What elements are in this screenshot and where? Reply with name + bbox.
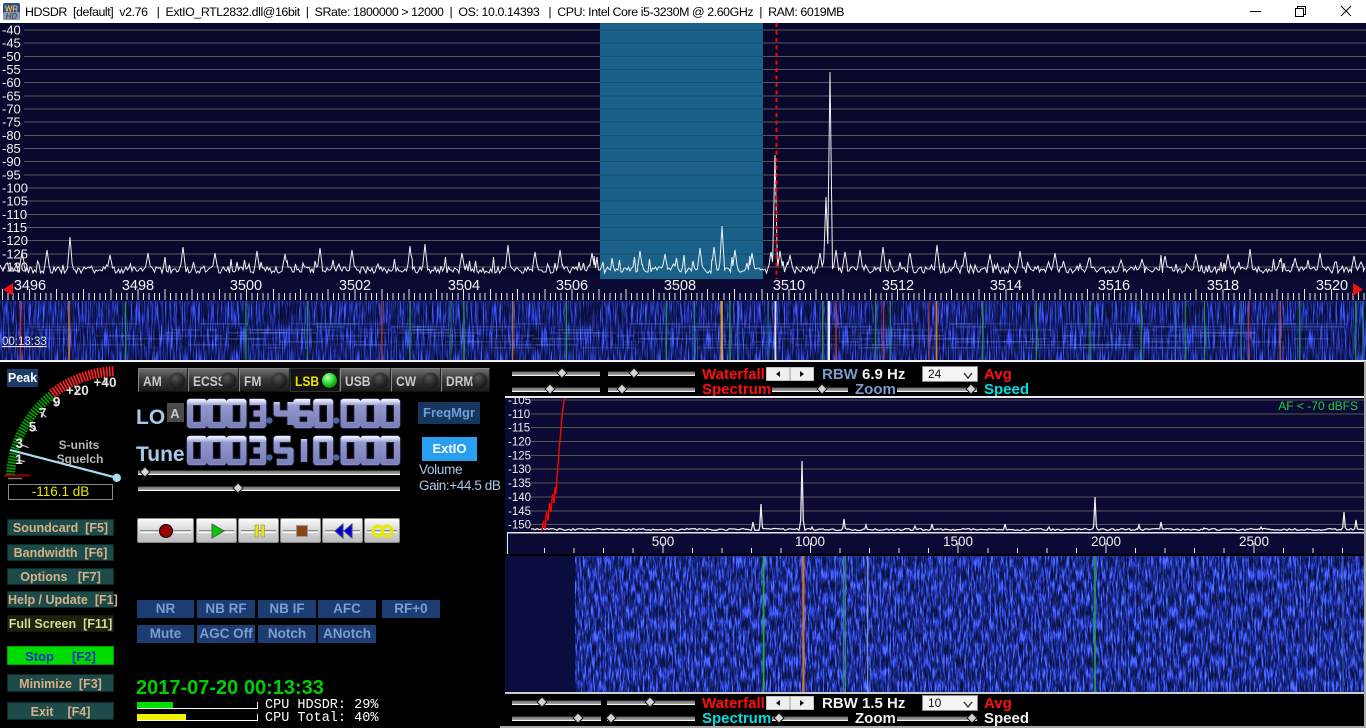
svg-text:AF < -70 dBFS: AF < -70 dBFS	[1278, 399, 1358, 413]
svg-text:3496: 3496	[14, 279, 46, 294]
svg-text:1000: 1000	[795, 534, 825, 549]
svg-text:3500: 3500	[230, 279, 262, 294]
svg-text:3512: 3512	[882, 279, 914, 294]
svg-text:3498: 3498	[122, 279, 154, 294]
svg-text:3504: 3504	[448, 279, 480, 294]
svg-text:2500: 2500	[1239, 534, 1269, 549]
svg-text:1: 1	[15, 452, 23, 467]
svg-text:HD: HD	[6, 12, 18, 20]
svg-text:3518: 3518	[1207, 279, 1239, 294]
svg-text:00:13:33: 00:13:33	[2, 336, 47, 348]
svg-text:3508: 3508	[664, 279, 696, 294]
svg-text:+40: +40	[94, 375, 117, 390]
svg-text:-130: -130	[508, 464, 531, 476]
svg-text:500: 500	[652, 534, 675, 549]
svg-text:-150: -150	[508, 520, 531, 532]
svg-text:A: A	[170, 406, 180, 421]
svg-text:-115: -115	[508, 423, 530, 435]
svg-text:-120: -120	[508, 437, 531, 449]
svg-text:3510: 3510	[773, 279, 805, 294]
svg-text:1500: 1500	[943, 534, 973, 549]
svg-text:Tune: Tune	[136, 443, 185, 466]
svg-text:-135: -135	[508, 478, 531, 490]
svg-text:-105: -105	[508, 398, 531, 407]
svg-text:3514: 3514	[990, 279, 1022, 294]
svg-text:-145: -145	[508, 506, 531, 518]
svg-text:Squelch: Squelch	[57, 452, 104, 466]
svg-text:3502: 3502	[339, 279, 371, 294]
svg-text:3: 3	[15, 436, 23, 451]
svg-text:3506: 3506	[556, 279, 588, 294]
svg-text:S-units: S-units	[59, 438, 100, 452]
svg-text:9: 9	[53, 394, 61, 409]
svg-text:-130: -130	[2, 260, 28, 275]
svg-text:-110: -110	[508, 409, 530, 421]
svg-text:3516: 3516	[1098, 279, 1130, 294]
svg-text:7: 7	[39, 406, 47, 421]
svg-text:3520: 3520	[1316, 279, 1348, 294]
svg-text:-125: -125	[508, 450, 531, 462]
svg-text:5: 5	[29, 420, 37, 435]
svg-text:LO: LO	[136, 406, 165, 429]
svg-text:+20: +20	[66, 383, 89, 398]
svg-text:2000: 2000	[1091, 534, 1121, 549]
svg-text:-140: -140	[508, 492, 531, 504]
